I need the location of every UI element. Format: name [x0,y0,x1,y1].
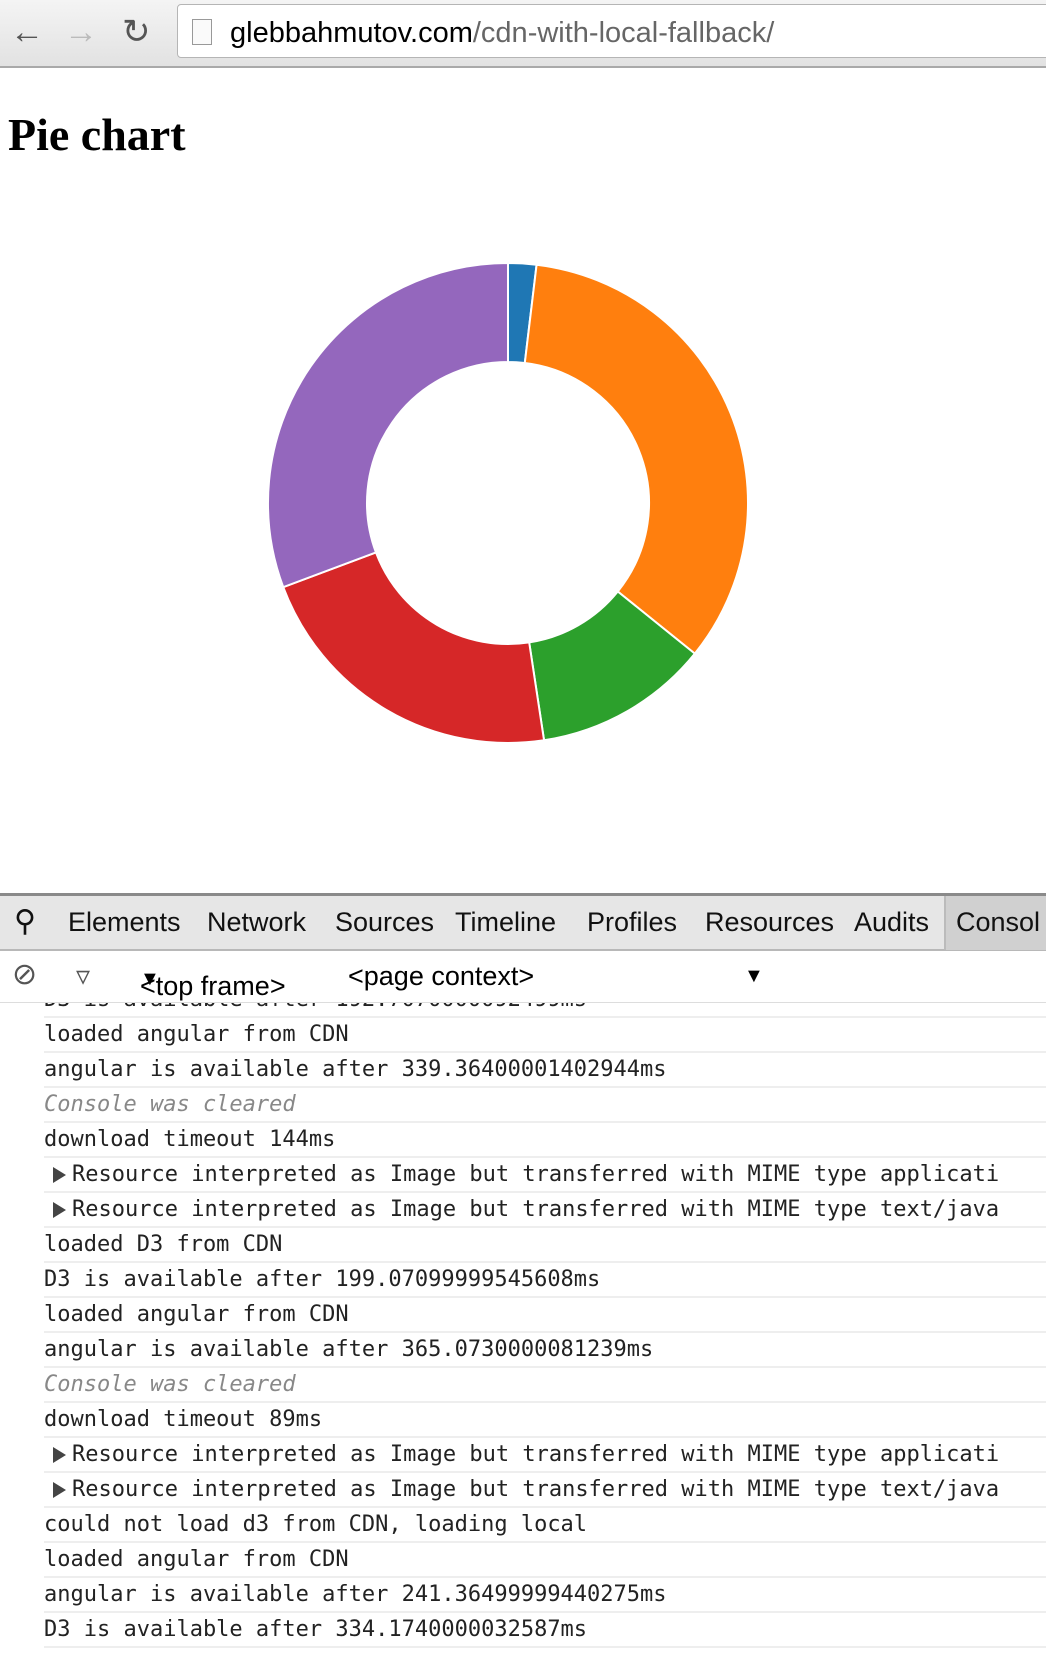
devtools-tabs: ⚲ Elements Network Sources Timeline Profiles… [0,896,1046,951]
console-row: loaded D3 from CDN [44,1228,1046,1263]
address-bar[interactable]: glebbahmutov.com/cdn-with-local-fallback… [177,4,1046,58]
context-select[interactable]: <page context> [348,961,534,992]
console-row: could not load d3 from CDN, loading loca… [44,1508,1046,1543]
pie-slice [267,261,509,589]
chevron-down-icon[interactable]: ▼ [744,965,764,988]
console-row: angular is available after 339.364000014… [44,1053,1046,1088]
console-row: angular is available after 241.364999994… [44,1578,1046,1613]
console-row: Console was cleared [44,1368,1046,1403]
console-toolbar: ⊘ ▿ <top frame> ▼ <page context> ▼ [0,951,1046,1003]
console-row: loaded angular from CDN [44,1018,1046,1053]
tab-sources[interactable]: Sources [335,907,434,938]
console-row: download timeout 144ms [44,1123,1046,1158]
frame-select-label: <top frame> [140,971,286,1001]
console-row: angular is available after 365.073000008… [44,1333,1046,1368]
url-host: glebbahmutov.com [230,17,473,49]
console-warning-row[interactable]: Resource interpreted as Image but transf… [44,1473,1046,1508]
forward-icon[interactable]: → [64,14,98,50]
tab-profiles[interactable]: Profiles [587,907,677,938]
tab-consol[interactable]: Consol [944,896,1046,950]
console-row: D3 is available after 192.7070000092499m… [44,1003,1046,1018]
browser-toolbar: ← → ↻ glebbahmutov.com/cdn-with-local-fa… [0,0,1046,68]
pie-chart [267,261,749,744]
reload-icon[interactable]: ↻ [122,14,151,50]
tab-timeline[interactable]: Timeline [455,907,556,938]
devtools-panel: ⚲ Elements Network Sources Timeline Profiles… [0,893,1046,1670]
console-row: D3 is available after 334.1740000032587m… [44,1613,1046,1648]
clear-console-icon[interactable]: ⊘ [12,957,37,992]
search-icon[interactable]: ⚲ [14,904,36,939]
console-warning-row[interactable]: Resource interpreted as Image but transf… [44,1193,1046,1228]
page-icon [192,19,212,45]
console-row: loaded angular from CDN [44,1543,1046,1578]
url-path: /cdn-with-local-fallback/ [472,17,775,49]
back-icon[interactable]: ← [10,14,44,50]
tab-resources[interactable]: Resources [705,907,834,938]
console-row: Console was cleared [44,1088,1046,1123]
tab-audits[interactable]: Audits [854,907,929,938]
console-messages: D3 is available after 192.7070000092499m… [0,1003,1046,1673]
console-row: loaded angular from CDN [44,1298,1046,1333]
frame-select[interactable]: <top frame> ▼ [140,961,286,1001]
filter-icon[interactable]: ▿ [76,959,90,992]
tab-network[interactable]: Network [207,907,306,938]
console-row: D3 is available after 199.07099999545608… [44,1263,1046,1298]
console-warning-row[interactable]: Resource interpreted as Image but transf… [44,1158,1046,1193]
console-warning-row[interactable]: Resource interpreted as Image but transf… [44,1438,1046,1473]
pie-slice [523,263,749,656]
console-row: download timeout 89ms [44,1403,1046,1438]
pie-slice [281,551,546,744]
tab-elements[interactable]: Elements [68,907,181,938]
